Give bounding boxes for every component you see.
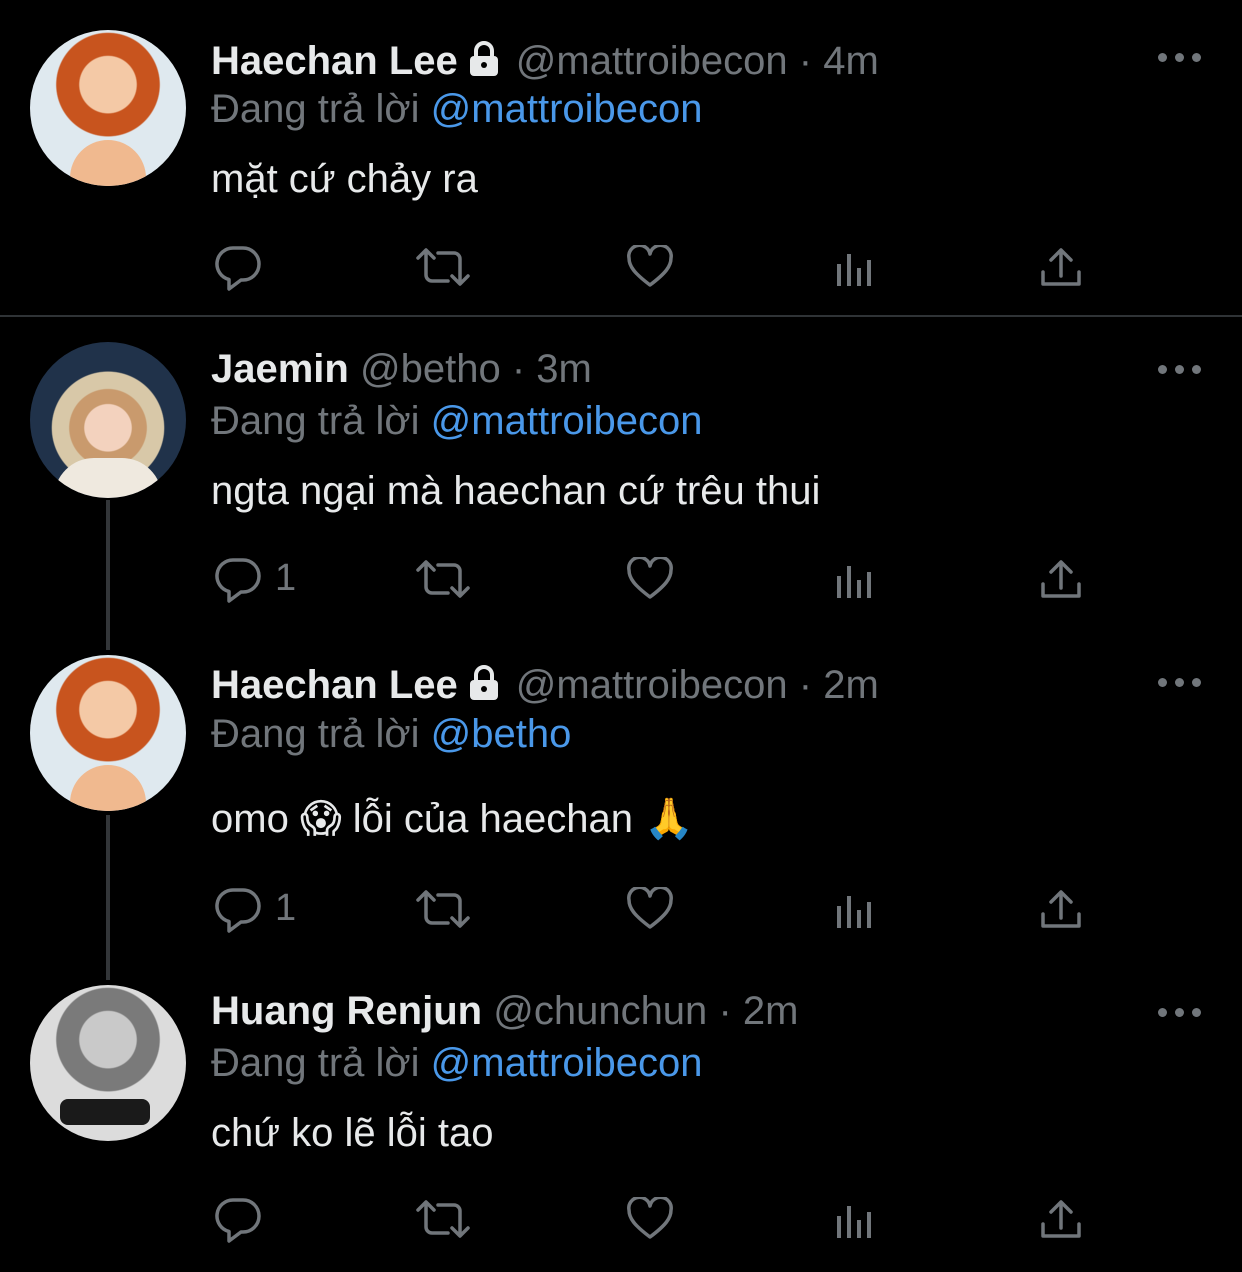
tweet-text-part: omo [211,797,289,841]
separator-dot: · [511,347,526,391]
separator-dot: · [798,663,813,707]
reply-button[interactable] [213,1196,263,1244]
retweet-button[interactable] [414,558,472,600]
like-button[interactable] [626,557,674,601]
retweet-icon [416,560,470,598]
reply-to-link[interactable]: @betho [431,712,572,756]
like-button[interactable] [626,887,674,931]
thread-line [106,500,110,650]
scream-emoji: 😱 [299,796,342,842]
retweet-icon [416,1200,470,1238]
retweet-button[interactable] [414,1198,472,1240]
reply-context: Đang trả lời @betho [211,709,571,759]
retweet-icon [416,890,470,928]
reply-to-link[interactable]: @mattroibecon [431,399,703,443]
share-icon [1041,248,1081,286]
lock-icon [466,662,502,712]
share-icon [1041,1200,1081,1238]
display-name[interactable]: Haechan Lee [211,39,458,83]
share-icon [1041,560,1081,598]
timestamp[interactable]: 4m [823,39,879,83]
tweet-text: omo 😱 lỗi của haechan 🙏 [211,794,694,844]
analytics-icon [837,566,871,598]
tweet-divider [0,315,1242,317]
reply-count: 1 [275,887,297,929]
reply-button[interactable]: 1 [213,886,296,934]
reply-icon [215,888,261,933]
share-icon [1041,890,1081,928]
avatar[interactable] [30,655,186,811]
share-button[interactable] [1040,888,1082,930]
avatar[interactable] [30,342,186,498]
more-icon[interactable] [1158,675,1202,689]
analytics-icon [837,1206,871,1238]
analytics-button[interactable] [836,892,876,930]
reply-button[interactable] [213,244,263,292]
reply-prefix: Đang trả lời [211,712,420,756]
retweet-icon [416,248,470,286]
tweet-text-part: lỗi của haechan [352,797,633,841]
handle[interactable]: @betho [360,347,501,391]
display-name[interactable]: Huang Renjun [211,989,482,1033]
handle[interactable]: @chunchun [493,989,707,1033]
reply-to-link[interactable]: @mattroibecon [431,1041,703,1085]
share-button[interactable] [1040,246,1082,288]
tweet-text: mặt cứ chảy ra [211,157,478,201]
tweet-header: Jaemin @betho · 3m [211,344,592,394]
like-icon [627,887,673,929]
timestamp[interactable]: 2m [823,663,879,707]
reply-button[interactable]: 1 [213,556,296,604]
reply-context: Đang trả lời @mattroibecon [211,84,703,134]
share-button[interactable] [1040,558,1082,600]
lock-icon [466,38,502,88]
reply-prefix: Đang trả lời [211,87,420,131]
like-button[interactable] [626,245,674,289]
like-button[interactable] [626,1197,674,1241]
reply-context: Đang trả lời @mattroibecon [211,396,703,446]
reply-context: Đang trả lời @mattroibecon [211,1038,703,1088]
display-name[interactable]: Jaemin [211,347,349,391]
reply-icon [215,246,261,291]
tweet-text: chứ ko lẽ lỗi tao [211,1111,494,1155]
separator-dot: · [798,39,813,83]
share-button[interactable] [1040,1198,1082,1240]
reply-icon [215,558,261,603]
more-icon[interactable] [1158,50,1202,64]
avatar[interactable] [30,30,186,186]
reply-prefix: Đang trả lời [211,399,420,443]
more-icon[interactable] [1158,362,1202,376]
pray-emoji: 🙏 [644,796,694,842]
timestamp[interactable]: 3m [536,347,592,391]
more-icon[interactable] [1158,1005,1202,1019]
analytics-icon [837,254,871,286]
timestamp[interactable]: 2m [743,989,799,1033]
reply-count: 1 [275,557,297,599]
reply-prefix: Đang trả lời [211,1041,420,1085]
retweet-button[interactable] [414,888,472,930]
reply-to-link[interactable]: @mattroibecon [431,87,703,131]
tweet-header: Haechan Lee @mattroibecon · 2m [211,660,879,710]
tweet-header: Huang Renjun @chunchun · 2m [211,986,798,1036]
handle[interactable]: @mattroibecon [516,39,788,83]
separator-dot: · [718,989,732,1033]
like-icon [627,1197,673,1239]
tweet-header: Haechan Lee @mattroibecon · 4m [211,36,879,86]
display-name[interactable]: Haechan Lee [211,663,458,707]
analytics-button[interactable] [836,250,876,288]
analytics-icon [837,896,871,928]
retweet-button[interactable] [414,246,472,288]
analytics-button[interactable] [836,562,876,600]
thread-line [106,815,110,980]
like-icon [627,557,673,599]
avatar[interactable] [30,985,186,1141]
analytics-button[interactable] [836,1202,876,1240]
reply-icon [215,1198,261,1243]
like-icon [627,245,673,287]
tweet-text: ngta ngại mà haechan cứ trêu thui [211,469,821,513]
handle[interactable]: @mattroibecon [516,663,788,707]
tweet[interactable]: Haechan Lee @mattroibecon · 4m Đang trả l… [0,0,1242,316]
